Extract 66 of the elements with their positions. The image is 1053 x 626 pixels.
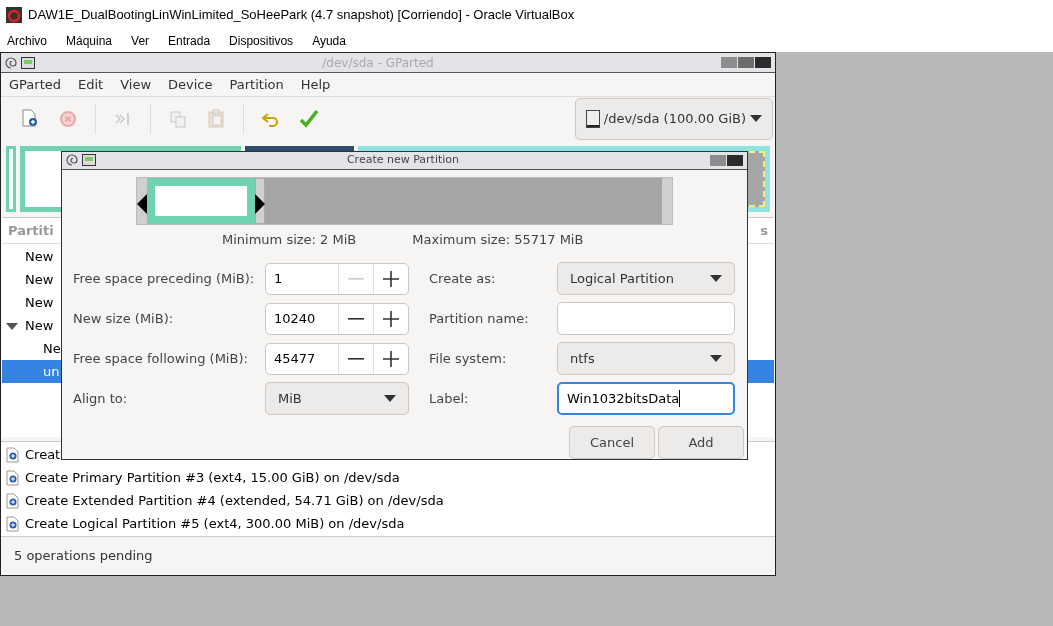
caret-icon — [384, 394, 396, 403]
minimum-size-text: Minimum size: 2 MiB — [222, 230, 357, 249]
field-label: Free space following (MiB): — [73, 349, 249, 368]
window-title: DAW1E_DualBootingLinWinLimited_SoHeePark (4.7 snapshot) [Corriendo] - Oracle VirtualBox — [28, 6, 575, 25]
minus-icon — [348, 277, 364, 280]
menu-item[interactable]: Ayuda — [312, 32, 346, 50]
size-slider[interactable] — [136, 176, 673, 225]
right-arrow-icon[interactable] — [255, 193, 265, 214]
menu-item[interactable]: Dispositivos — [229, 32, 294, 50]
swirl-icon — [5, 56, 17, 69]
left-arrow-icon[interactable] — [137, 193, 147, 214]
plus-icon — [383, 350, 399, 367]
drive-icon — [585, 110, 600, 128]
menu-item[interactable]: Partition — [229, 74, 284, 95]
dropdown[interactable]: Logical Partition — [557, 262, 735, 295]
menu-item[interactable]: Archivo — [7, 32, 47, 50]
caret-icon — [710, 274, 722, 283]
new-document-icon — [6, 492, 19, 509]
dialog-button[interactable]: Cancel — [569, 426, 655, 459]
caret-icon — [750, 115, 762, 123]
dropdown[interactable]: MiB — [265, 382, 409, 415]
tree-row-label[interactable]: un — [43, 361, 60, 382]
operation-text: Create Logical Partition #5 (ext4, 300.00 MiB) on /dev/sda — [25, 514, 405, 533]
plus-icon — [383, 270, 399, 287]
minus-icon — [348, 357, 364, 360]
menu-item[interactable]: Entrada — [168, 32, 211, 50]
window-title: /dev/sda - GParted — [321, 54, 435, 72]
plus-icon — [383, 310, 399, 327]
window-controls-icon[interactable] — [710, 154, 743, 166]
tree-row-label[interactable]: New — [25, 269, 54, 290]
field-label: New size (MiB): — [73, 309, 175, 328]
minus-icon — [348, 317, 364, 320]
operation-text: Create Extended Partition #4 (extended, 54.71 GiB) on /dev/sda — [25, 491, 444, 510]
menu-item[interactable]: Edit — [78, 74, 104, 95]
window-controls-icon[interactable] — [721, 57, 771, 68]
caret-icon — [710, 354, 722, 363]
new-document-icon — [6, 515, 19, 532]
text-field[interactable]: Win1032bitsData — [557, 382, 735, 415]
menu-item[interactable]: Help — [300, 74, 331, 95]
menu-item[interactable]: Device — [168, 74, 213, 95]
field-label: Align to: — [73, 389, 129, 408]
dialog-title: Create new Partition — [345, 152, 461, 168]
menu-item[interactable]: GParted — [9, 74, 61, 95]
maximum-size-text: Maximum size: 55717 MiB — [412, 230, 584, 249]
operation-text: Create Primary Partition #3 (ext4, 15.00 GiB) on /dev/sda — [25, 468, 400, 487]
field-label: Create as: — [429, 269, 497, 288]
text-field[interactable] — [557, 302, 735, 335]
field-label: Label: — [429, 389, 470, 408]
tree-row-label[interactable]: New — [25, 246, 54, 267]
new-document-icon — [6, 446, 19, 463]
menu-item[interactable]: Ver — [131, 32, 150, 50]
menu-item[interactable]: View — [120, 74, 152, 95]
tree-row-label[interactable]: Ne — [43, 338, 61, 359]
operation-text: Creat — [25, 445, 61, 464]
dialog-button[interactable]: Add — [658, 426, 744, 459]
menu-item[interactable]: Máquina — [66, 32, 113, 50]
new-document-icon — [6, 469, 19, 486]
status-bar-text: 5 operations pending — [14, 547, 153, 566]
field-label: File system: — [429, 349, 508, 368]
device-dropdown[interactable]: /dev/sda (100.00 GiB) — [574, 98, 773, 140]
field-label: Partition name: — [429, 309, 530, 328]
field-label: Free space preceding (MiB): — [73, 269, 256, 288]
tree-row-label[interactable]: New — [25, 292, 54, 313]
dropdown[interactable]: ntfs — [557, 342, 735, 375]
tree-row-label[interactable]: New — [25, 315, 54, 336]
app-logo-icon — [6, 7, 22, 23]
